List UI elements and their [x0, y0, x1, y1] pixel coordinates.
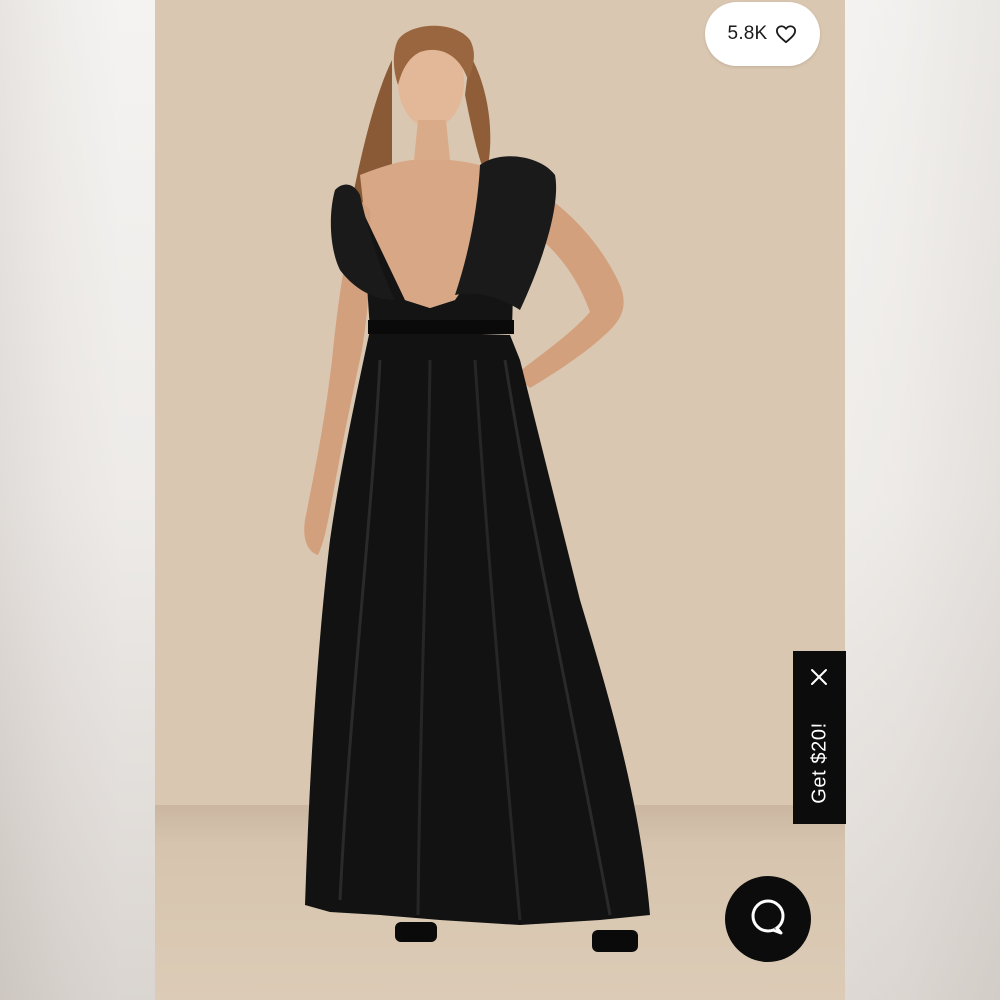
like-button[interactable]: 5.8K [705, 2, 820, 66]
chat-button[interactable] [725, 876, 811, 962]
chat-bubble-icon [747, 896, 789, 943]
promo-label: Get $20! [808, 722, 831, 804]
product-photo[interactable] [155, 0, 845, 1000]
product-photo-viewer: 5.8K Get $20! [0, 0, 1000, 1000]
left-blurred-margin [0, 0, 155, 1000]
close-icon[interactable] [807, 665, 831, 689]
model-in-black-gown [304, 25, 650, 952]
right-shoe [592, 930, 638, 952]
left-shoe [395, 922, 437, 942]
right-blurred-margin [845, 0, 1000, 1000]
heart-outline-icon [775, 24, 797, 44]
promo-tab[interactable]: Get $20! [793, 651, 846, 824]
waistband [368, 320, 514, 334]
neck [414, 120, 450, 160]
likes-count: 5.8K [727, 23, 768, 44]
